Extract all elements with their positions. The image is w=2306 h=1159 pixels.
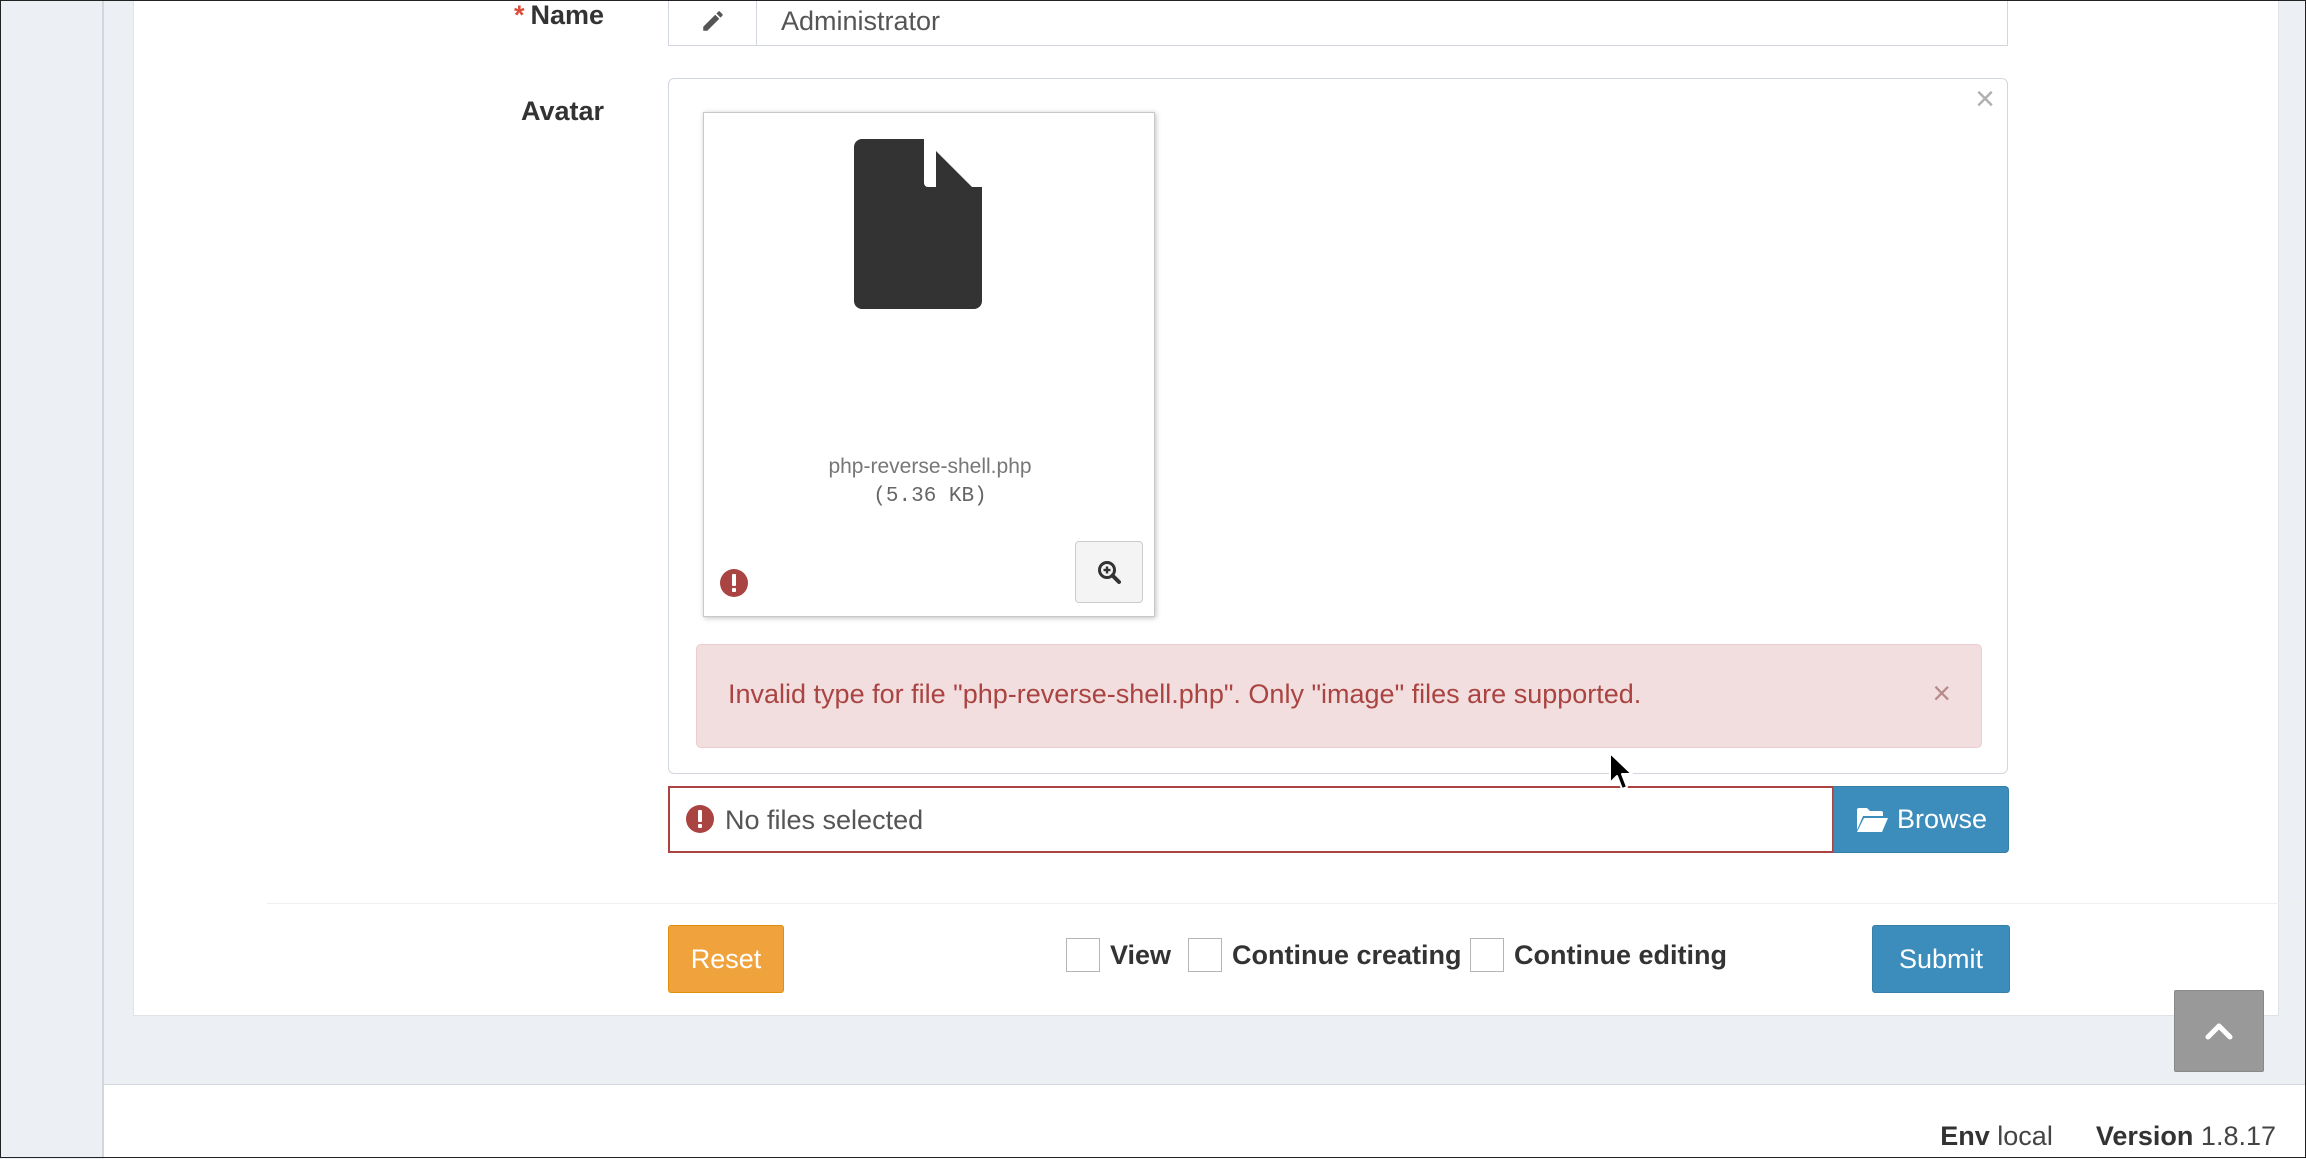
name-input[interactable] <box>757 0 2007 45</box>
folder-open-icon <box>1855 806 1889 834</box>
version-label: Version <box>2095 1121 2194 1151</box>
reset-button[interactable]: Reset <box>668 925 784 993</box>
view-checkbox-label: View <box>1110 939 1172 970</box>
page-footer: Env local Version 1.8.17 <box>104 1084 2306 1159</box>
avatar-label: Avatar <box>520 96 604 126</box>
continue-editing-checkbox-box[interactable] <box>1470 938 1504 972</box>
error-close-button[interactable]: × <box>1932 675 1951 711</box>
env-value: local <box>1997 1121 2053 1151</box>
continue-editing-label: Continue editing <box>1514 939 1727 970</box>
left-sidebar <box>0 0 104 1158</box>
error-icon <box>686 805 714 833</box>
name-label-text: Name <box>530 0 604 30</box>
mouse-cursor-icon <box>1609 752 1633 790</box>
error-icon <box>720 569 748 597</box>
file-caption-text: No files selected <box>725 805 924 835</box>
submit-button[interactable]: Submit <box>1872 925 2010 993</box>
required-mark: * <box>513 0 525 30</box>
error-alert: Invalid type for file "php-reverse-shell… <box>696 644 1982 748</box>
footer-info: Env local Version 1.8.17 <box>1940 1121 2276 1152</box>
continue-creating-label: Continue creating <box>1232 939 1462 970</box>
file-icon <box>854 139 982 309</box>
file-name: php-reverse-shell.php <box>828 455 1032 478</box>
file-size: (5.36 KB) <box>873 485 987 508</box>
error-message: Invalid type for file "php-reverse-shell… <box>728 679 1642 709</box>
form-box: *Name Avatar × php-reverse-shell.php (5.… <box>133 0 2306 1016</box>
zoom-icon <box>1098 561 1121 584</box>
name-label: * Name <box>374 0 604 31</box>
name-input-group <box>668 0 2008 46</box>
preview-close-button[interactable]: × <box>1975 79 1995 119</box>
file-preview-panel: × php-reverse-shell.php (5.36 KB) Invali… <box>668 78 2008 774</box>
version-value: 1.8.17 <box>2200 1121 2276 1151</box>
file-caption[interactable]: No files selected <box>668 786 1834 853</box>
env-label: Env <box>1940 1121 1990 1151</box>
form-footer-divider <box>267 903 2306 904</box>
continue-creating-checkbox-box[interactable] <box>1188 938 1222 972</box>
view-checkbox[interactable]: View <box>1066 938 1171 972</box>
browse-label: Browse <box>1896 804 1988 834</box>
browse-button[interactable]: Browse <box>1833 786 2009 853</box>
scroll-to-top-button[interactable] <box>2174 990 2264 1072</box>
continue-editing-checkbox[interactable]: Continue editing <box>1470 938 1727 972</box>
view-checkbox-box[interactable] <box>1066 938 1100 972</box>
file-thumbnail: php-reverse-shell.php (5.36 KB) <box>703 112 1155 617</box>
zoom-button[interactable] <box>1075 541 1143 603</box>
chevron-up-icon <box>2205 1023 2233 1040</box>
pencil-icon <box>669 0 757 45</box>
continue-creating-checkbox[interactable]: Continue creating <box>1188 938 1462 972</box>
